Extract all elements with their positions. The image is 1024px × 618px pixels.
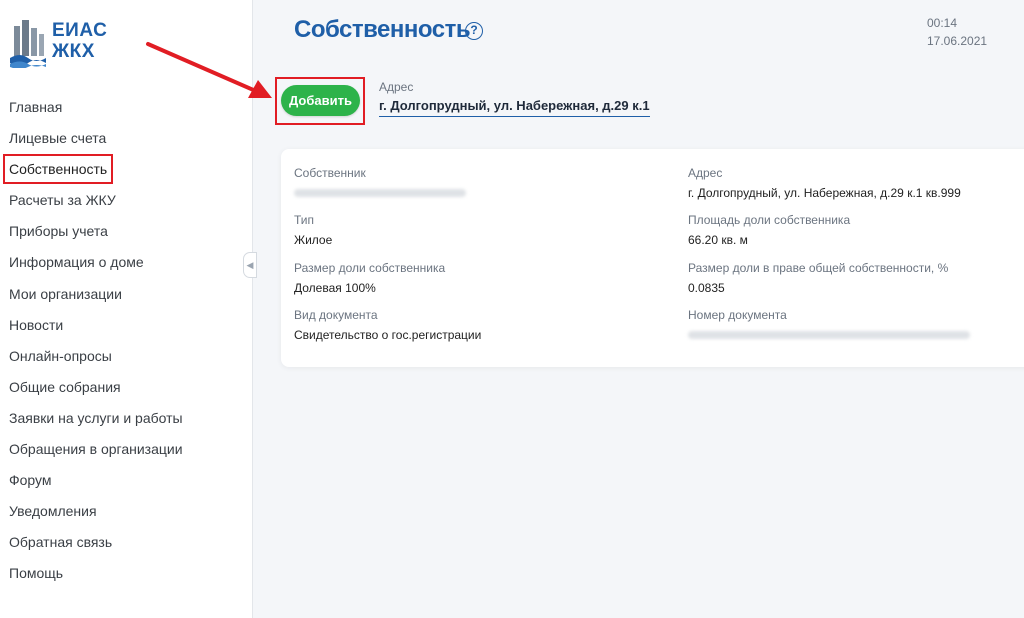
sidebar-item-property[interactable]: Собственность	[0, 154, 253, 185]
doc-type-label: Вид документа	[294, 308, 378, 322]
sidebar-item-label: Форум	[9, 472, 52, 489]
sidebar-item-meetings[interactable]: Общие собрания	[0, 372, 253, 403]
building-logo-icon	[10, 20, 46, 68]
current-time: 00:14	[927, 16, 958, 30]
common-share-label: Размер доли в праве общей собственности,…	[688, 261, 949, 275]
type-value: Жилое	[294, 233, 333, 247]
doc-type-value: Свидетельство о гос.регистрации	[294, 328, 482, 342]
sidebar-item-organizations[interactable]: Мои организации	[0, 279, 253, 310]
logo[interactable]: ЕИАС ЖКХ	[8, 16, 118, 68]
sidebar-item-help[interactable]: Помощь	[0, 558, 253, 589]
common-share-field: Размер доли в праве общей собственности,…	[688, 260, 1024, 296]
logo-text: ЕИАС ЖКХ	[52, 20, 107, 62]
sidebar-item-label: Информация о доме	[9, 254, 144, 271]
area-label: Площадь доли собственника	[688, 213, 851, 227]
doc-number-value-redacted	[688, 331, 970, 339]
sidebar-item-label: Главная	[9, 99, 63, 115]
address-field-value: г. Долгопрудный, ул. Набережная, д.29 к.…	[688, 186, 961, 200]
sidebar-item-house-info[interactable]: Информация о доме	[0, 247, 253, 278]
sidebar-item-label: Помощь	[9, 565, 64, 582]
sidebar-nav: Главная Лицевые счета Собственность Расч…	[0, 92, 253, 590]
sidebar-item-label: Собственность	[3, 154, 114, 185]
doc-number-field: Номер документа	[688, 307, 1024, 339]
sidebar-item-label: Расчеты за ЖКУ	[9, 192, 116, 209]
help-icon[interactable]: ?	[465, 22, 483, 40]
property-card[interactable]: Собственник Адрес г. Долгопрудный, ул. Н…	[281, 149, 1024, 367]
address-label: Адрес	[379, 80, 414, 94]
address-field-label: Адрес	[688, 166, 723, 180]
sidebar-item-meters[interactable]: Приборы учета	[0, 216, 253, 247]
sidebar-item-label: Обратная связь	[9, 534, 113, 551]
owner-label: Собственник	[294, 166, 366, 180]
sidebar-item-label: Заявки на услуги и работы	[9, 409, 183, 426]
sidebar-item-label: Уведомления	[9, 503, 97, 520]
sidebar-item-polls[interactable]: Онлайн-опросы	[0, 341, 253, 372]
share-label: Размер доли собственника	[294, 261, 446, 275]
share-value: Долевая 100%	[294, 281, 376, 295]
share-field: Размер доли собственника Долевая 100%	[294, 260, 594, 296]
chevron-left-icon: ◀	[246, 260, 254, 270]
common-share-value: 0.0835	[688, 281, 725, 295]
sidebar-item-label: Общие собрания	[9, 378, 121, 395]
sidebar-item-notifications[interactable]: Уведомления	[0, 496, 253, 527]
sidebar-item-accounts[interactable]: Лицевые счета	[0, 123, 253, 154]
sidebar-item-label: Новости	[9, 316, 64, 333]
page-title: Собственность	[294, 16, 471, 43]
sidebar-item-news[interactable]: Новости	[0, 310, 253, 341]
sidebar-item-appeals[interactable]: Обращения в организации	[0, 434, 253, 465]
clock: 00:14 17.06.2021	[927, 14, 987, 50]
sidebar-item-forum[interactable]: Форум	[0, 465, 253, 496]
sidebar-item-label: Онлайн-опросы	[9, 347, 112, 364]
sidebar-item-payments[interactable]: Расчеты за ЖКУ	[0, 185, 253, 216]
area-value: 66.20 кв. м	[688, 233, 748, 247]
type-field: Тип Жилое	[294, 212, 594, 248]
add-button[interactable]: Добавить	[281, 85, 360, 116]
owner-field: Собственник	[294, 165, 594, 197]
sidebar-item-label: Лицевые счета	[9, 130, 107, 147]
type-label: Тип	[294, 213, 315, 227]
sidebar-item-label: Приборы учета	[9, 223, 108, 240]
sidebar-item-requests[interactable]: Заявки на услуги и работы	[0, 403, 253, 434]
address-select[interactable]: г. Долгопрудный, ул. Набережная, д.29 к.…	[379, 98, 650, 117]
area-field: Площадь доли собственника 66.20 кв. м	[688, 212, 1024, 248]
address-field: Адрес г. Долгопрудный, ул. Набережная, д…	[688, 165, 1024, 201]
annotation-arrow-icon	[146, 42, 272, 98]
logo-line1: ЕИАС	[52, 20, 108, 41]
logo-line2: ЖКХ	[52, 41, 95, 62]
doc-type-field: Вид документа Свидетельство о гос.регист…	[294, 307, 594, 343]
doc-number-label: Номер документа	[688, 308, 787, 322]
sidebar-item-label: Мои организации	[9, 285, 122, 302]
sidebar-item-label: Обращения в организации	[9, 441, 183, 458]
sidebar-collapse-button[interactable]: ◀	[243, 252, 257, 278]
owner-value-redacted	[294, 189, 466, 197]
current-date: 17.06.2021	[927, 34, 988, 48]
sidebar-item-feedback[interactable]: Обратная связь	[0, 527, 253, 558]
